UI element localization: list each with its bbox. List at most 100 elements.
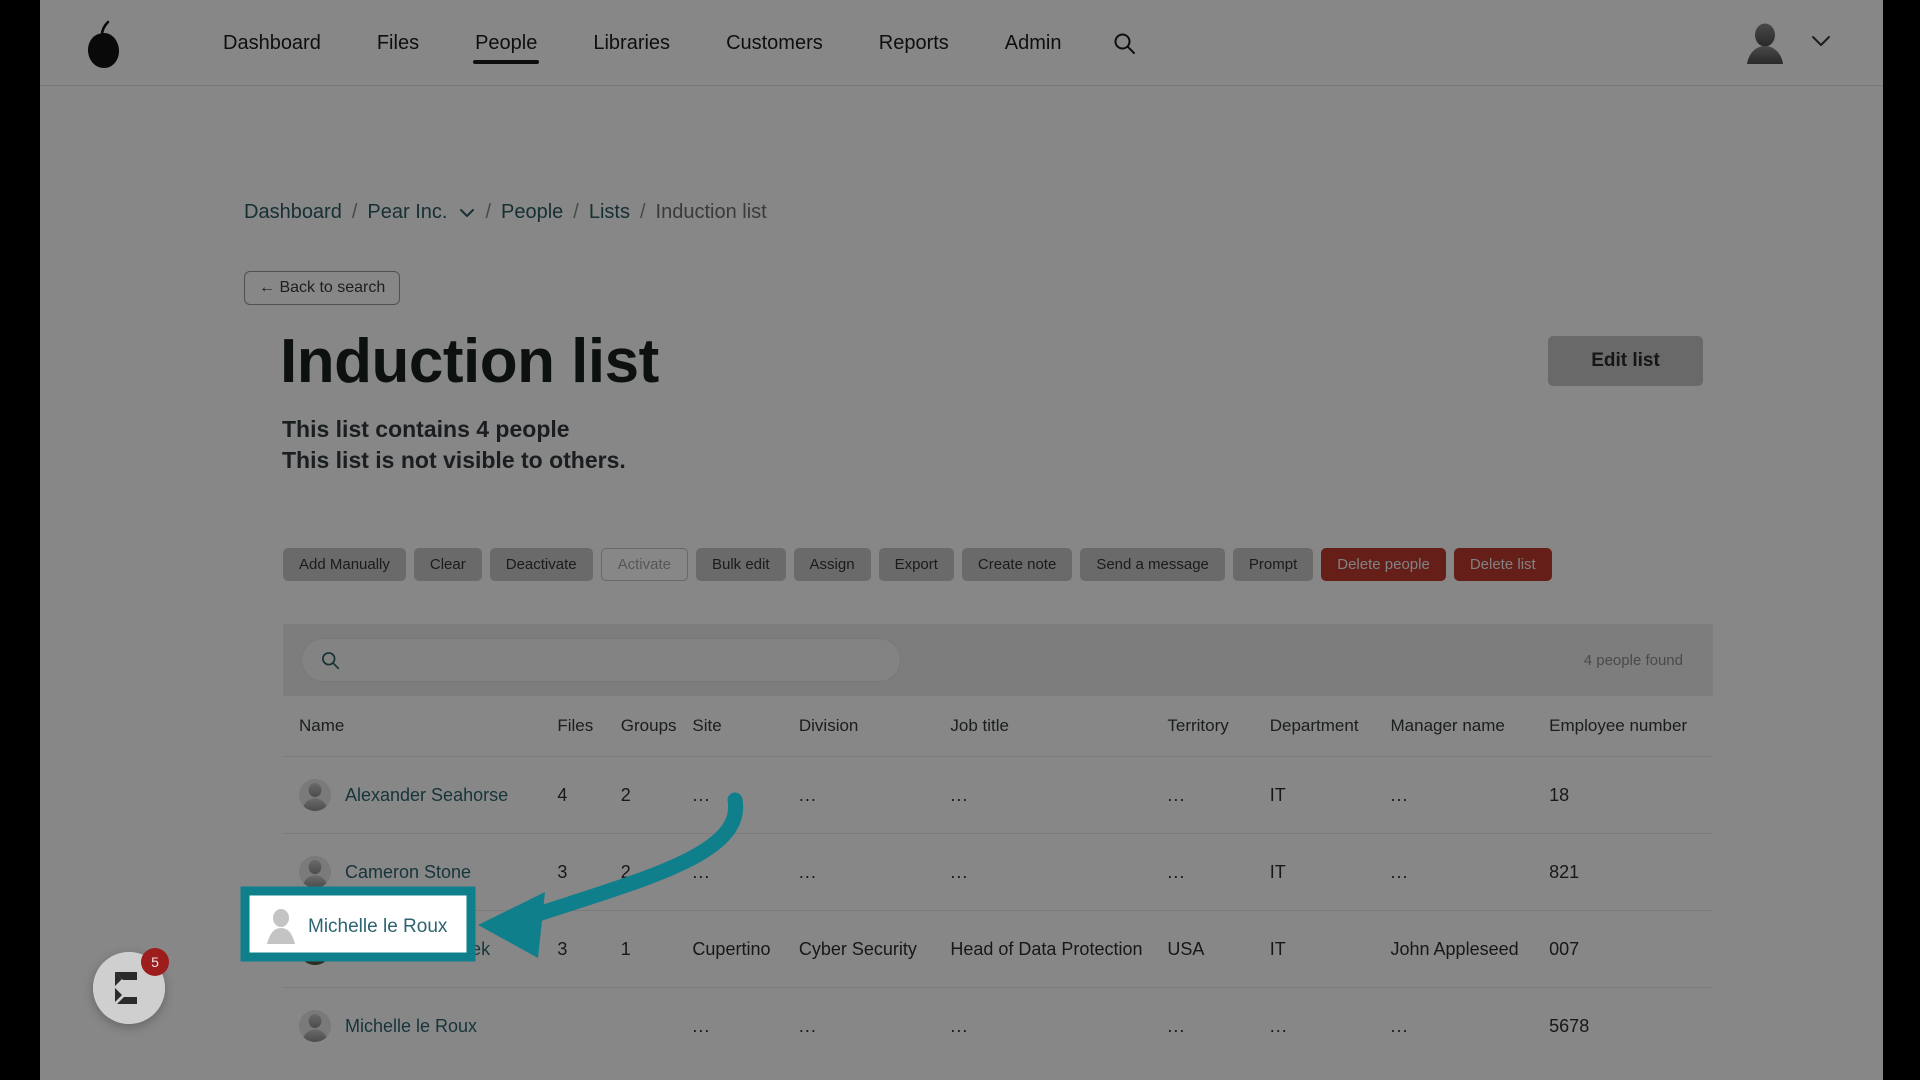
nav-item-people[interactable]: People	[447, 0, 565, 86]
search-input[interactable]	[350, 651, 870, 669]
delete-people-button[interactable]: Delete people	[1321, 548, 1446, 581]
breadcrumb-separator: /	[351, 201, 358, 223]
activate-button: Activate	[600, 548, 688, 581]
column-header-manager-name[interactable]: Manager name	[1390, 696, 1550, 757]
row-avatar-icon	[299, 856, 331, 888]
nav-item-customers[interactable]: Customers	[698, 0, 851, 86]
cell-department: IT	[1269, 756, 1391, 834]
back-to-search-button[interactable]: ← Back to search	[244, 271, 401, 305]
cell-site: Cupertino	[692, 910, 799, 988]
search-bar: 4 people found	[283, 624, 1713, 696]
cell-files: 3	[557, 833, 621, 911]
cell-groups	[620, 987, 693, 1064]
header-account-area	[1745, 0, 1831, 86]
nav-label: Libraries	[593, 31, 671, 54]
nav-item-files[interactable]: Files	[349, 0, 447, 86]
breadcrumb-item-dashboard[interactable]: Dashboard	[244, 201, 342, 224]
person-link[interactable]: Cameron Stone	[345, 862, 471, 883]
create-note-button[interactable]: Create note	[961, 548, 1073, 581]
person-link[interactable]: Alexander Seahorse	[345, 785, 508, 806]
app-header: Dashboard Files People Libraries Custome…	[40, 0, 1883, 86]
clear-button[interactable]: Clear	[413, 548, 482, 581]
person-link[interactable]: Michelle le Roux	[345, 1016, 477, 1037]
list-summary: This list contains 4 people This list is…	[282, 414, 626, 476]
column-header-name[interactable]: Name	[283, 696, 558, 757]
cell-job-title: ...	[950, 987, 1168, 1064]
list-count-text: This list contains 4 people	[282, 416, 570, 442]
send-a-message-button[interactable]: Send a message	[1080, 548, 1225, 581]
breadcrumb-item-lists[interactable]: Lists	[589, 201, 630, 224]
row-avatar-icon	[299, 779, 331, 811]
breadcrumb-chevron-down-icon[interactable]	[459, 208, 475, 218]
cell-department: IT	[1269, 910, 1391, 988]
nav-label: Admin	[1004, 31, 1062, 54]
account-menu-button[interactable]	[1811, 34, 1831, 52]
results-count-label: 4 people found	[1583, 651, 1683, 669]
cell-territory: USA	[1167, 910, 1270, 988]
person-link[interactable]: Dexter Haasbroek	[345, 939, 490, 960]
nav-item-dashboard[interactable]: Dashboard	[195, 0, 349, 86]
cell-site: ...	[692, 987, 799, 1064]
breadcrumb-item-current: Induction list	[655, 201, 767, 223]
column-header-department[interactable]: Department	[1269, 696, 1391, 757]
search-field[interactable]	[301, 638, 901, 682]
deactivate-button[interactable]: Deactivate	[489, 548, 593, 581]
cell-job-title: Head of Data Protection	[950, 910, 1168, 988]
nav-label: Files	[376, 31, 420, 54]
cell-name: Cameron Stone	[283, 833, 558, 911]
cell-department: IT	[1269, 833, 1391, 911]
chevron-down-icon	[1812, 36, 1830, 46]
app-viewport: Dashboard Files People Libraries Custome…	[40, 0, 1883, 1080]
table-row[interactable]: Cameron Stone 3 2 ... ... ... ... IT ...…	[283, 833, 1713, 911]
table-header-row: Name Files Groups Site Division Job titl…	[283, 696, 1713, 757]
nav-item-admin[interactable]: Admin	[977, 0, 1090, 86]
export-button[interactable]: Export	[878, 548, 954, 581]
column-header-site[interactable]: Site	[692, 696, 799, 757]
bulk-edit-button[interactable]: Bulk edit	[695, 548, 786, 581]
edit-list-button[interactable]: Edit list	[1548, 336, 1703, 386]
cell-department: ...	[1269, 987, 1391, 1064]
column-header-division[interactable]: Division	[798, 696, 951, 757]
header-search-button[interactable]	[1090, 0, 1158, 86]
cell-files: 4	[557, 756, 621, 834]
search-icon	[1114, 33, 1135, 54]
cell-employee-number: 18	[1549, 756, 1713, 834]
chat-widget-button[interactable]: 5	[93, 948, 169, 1024]
add-manually-button[interactable]: Add Manually	[283, 548, 406, 581]
assign-button[interactable]: Assign	[793, 548, 871, 581]
table-row[interactable]: Alexander Seahorse 4 2 ... ... ... ... I…	[283, 756, 1713, 834]
pear-logo[interactable]	[82, 20, 126, 70]
cell-site: ...	[692, 756, 799, 834]
breadcrumb-item-people[interactable]: People	[501, 201, 563, 224]
table-row[interactable]: Michelle le Roux ... ... ... ... ... ...…	[283, 987, 1713, 1064]
nav-label: People	[475, 31, 538, 54]
delete-list-button[interactable]: Delete list	[1453, 548, 1552, 581]
cell-division: ...	[798, 833, 951, 911]
prompt-button[interactable]: Prompt	[1232, 548, 1314, 581]
breadcrumb-item-pear-inc[interactable]: Pear Inc.	[367, 201, 447, 224]
breadcrumb-separator: /	[639, 201, 646, 223]
column-header-employee-number[interactable]: Employee number	[1549, 696, 1713, 757]
cell-employee-number: 007	[1549, 910, 1713, 988]
avatar[interactable]	[1745, 22, 1785, 64]
cell-division: ...	[798, 987, 951, 1064]
column-header-territory[interactable]: Territory	[1167, 696, 1270, 757]
table-row[interactable]: Dexter Haasbroek 3 1 Cupertino Cyber Sec…	[283, 910, 1713, 988]
cell-territory: ...	[1167, 987, 1270, 1064]
breadcrumb-separator: /	[573, 201, 579, 223]
people-table: Name Files Groups Site Division Job titl…	[283, 696, 1713, 1064]
cell-groups: 2	[620, 756, 693, 834]
user-avatar-icon	[1747, 23, 1783, 64]
column-header-groups[interactable]: Groups	[620, 696, 693, 757]
column-header-files[interactable]: Files	[557, 696, 621, 757]
column-header-job-title[interactable]: Job title	[950, 696, 1168, 757]
table-body: Alexander Seahorse 4 2 ... ... ... ... I…	[283, 756, 1713, 1064]
cell-groups: 2	[620, 833, 693, 911]
people-panel: 4 people found Name Files Groups Site Di…	[283, 624, 1713, 1064]
cell-job-title: ...	[950, 756, 1168, 834]
nav-item-libraries[interactable]: Libraries	[565, 0, 698, 86]
table-header: Name Files Groups Site Division Job titl…	[283, 696, 1713, 757]
nav-item-reports[interactable]: Reports	[851, 0, 977, 86]
cell-territory: ...	[1167, 833, 1270, 911]
cell-manager: ...	[1390, 833, 1550, 911]
